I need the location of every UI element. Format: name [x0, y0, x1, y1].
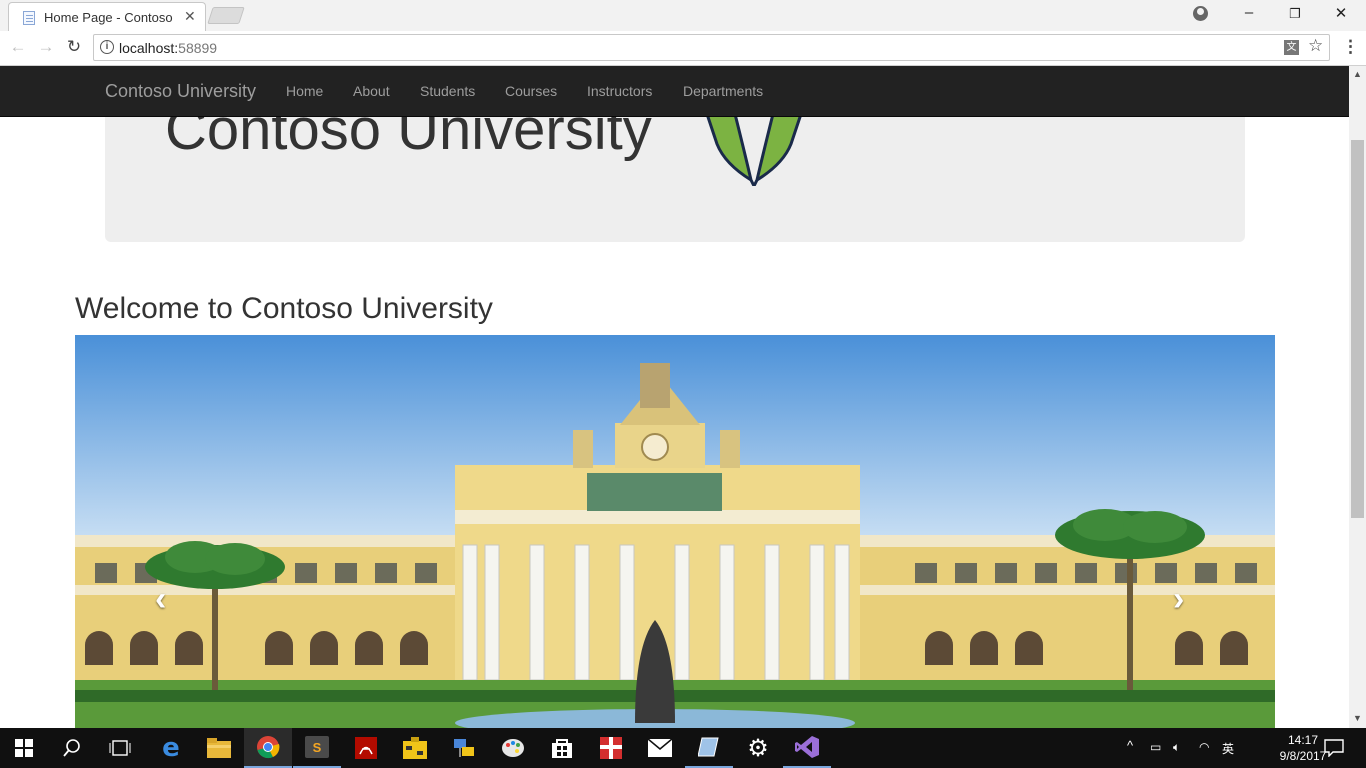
page-viewport: Contoso University Contoso University Ho…: [0, 66, 1349, 728]
image-carousel[interactable]: ‹ ›: [75, 335, 1275, 728]
url-text: localhost:58899: [119, 40, 217, 56]
network-app-icon[interactable]: [440, 728, 488, 768]
paint-icon[interactable]: [489, 728, 537, 768]
battery-icon[interactable]: ▭: [1150, 740, 1161, 754]
chrome-menu-icon[interactable]: ⋮: [1342, 37, 1359, 57]
new-tab-button[interactable]: [207, 7, 245, 24]
input-language[interactable]: 英: [1222, 740, 1234, 757]
task-view-icon[interactable]: [96, 728, 144, 768]
back-arrow-icon[interactable]: ←: [6, 37, 30, 57]
mail-icon[interactable]: [636, 728, 684, 768]
notes-icon[interactable]: [685, 728, 733, 768]
close-window-button[interactable]: ✕: [1318, 4, 1364, 22]
scroll-up-icon[interactable]: ▲: [1353, 69, 1362, 79]
search-icon[interactable]: [48, 728, 96, 768]
carousel-next-icon[interactable]: ›: [1173, 580, 1184, 619]
nav-link-courses[interactable]: Courses: [505, 83, 557, 99]
volume-muted-icon[interactable]: 🔈︎: [1173, 740, 1180, 755]
url-port: 58899: [178, 40, 218, 56]
browser-toolbar: ← → ↻ i localhost:58899 文 ☆ ⋮: [0, 31, 1366, 66]
browser-tab[interactable]: Home Page - Contoso U ✕: [8, 2, 206, 31]
navbar-brand[interactable]: Contoso University: [105, 81, 256, 102]
address-bar[interactable]: i localhost:58899 文 ☆: [93, 34, 1330, 61]
browser-tab-strip: Home Page - Contoso U ✕ – ❐ ✕: [0, 0, 1366, 31]
tab-title: Home Page - Contoso U: [44, 10, 174, 25]
notification-center-icon[interactable]: [1310, 728, 1358, 768]
gift-app-icon[interactable]: [587, 728, 635, 768]
site-info-icon[interactable]: i: [100, 40, 114, 54]
nav-link-instructors[interactable]: Instructors: [587, 83, 652, 99]
start-icon[interactable]: [0, 728, 48, 768]
minimize-button[interactable]: –: [1226, 4, 1272, 21]
toolbox-icon[interactable]: [391, 728, 439, 768]
university-logo-icon: [705, 114, 803, 186]
tray-overflow-icon[interactable]: ^: [1127, 738, 1133, 753]
nav-link-students[interactable]: Students: [420, 83, 475, 99]
site-navbar: Contoso University Home About Students C…: [0, 66, 1349, 117]
file-explorer-icon[interactable]: [195, 728, 243, 768]
profile-icon[interactable]: [1193, 6, 1208, 21]
wifi-icon[interactable]: ◠: [1199, 740, 1209, 754]
nav-link-home[interactable]: Home: [286, 83, 323, 99]
nav-link-departments[interactable]: Departments: [683, 83, 763, 99]
tab-close-icon[interactable]: ✕: [184, 8, 196, 25]
welcome-heading: Welcome to Contoso University: [75, 292, 493, 325]
restore-button[interactable]: ❐: [1272, 6, 1318, 22]
svg-text:S: S: [313, 740, 322, 755]
university-building-image: [75, 335, 1275, 728]
acrobat-icon[interactable]: [342, 728, 390, 768]
chrome-icon[interactable]: [244, 728, 292, 768]
nav-link-about[interactable]: About: [353, 83, 390, 99]
forward-arrow-icon[interactable]: →: [34, 37, 58, 57]
reload-icon[interactable]: ↻: [62, 37, 86, 57]
translate-icon[interactable]: 文: [1284, 40, 1299, 55]
page-favicon-icon: [23, 11, 35, 25]
windows-taskbar: e S ⚙ ^ ▭ 🔈︎ ◠ 英 14:17 9/8/2017: [0, 728, 1366, 768]
visual-studio-icon[interactable]: [783, 728, 831, 768]
url-host: localhost:: [119, 40, 179, 56]
settings-icon[interactable]: ⚙: [734, 728, 782, 768]
sublime-icon[interactable]: S: [293, 728, 341, 768]
edge-icon[interactable]: e: [147, 728, 195, 768]
page-scrollbar[interactable]: ▲ ▼: [1349, 66, 1366, 728]
store-icon[interactable]: [538, 728, 586, 768]
scroll-down-icon[interactable]: ▼: [1353, 713, 1362, 723]
scroll-thumb[interactable]: [1351, 140, 1364, 518]
carousel-prev-icon[interactable]: ‹: [155, 580, 166, 619]
bookmark-star-icon[interactable]: ☆: [1308, 36, 1323, 56]
